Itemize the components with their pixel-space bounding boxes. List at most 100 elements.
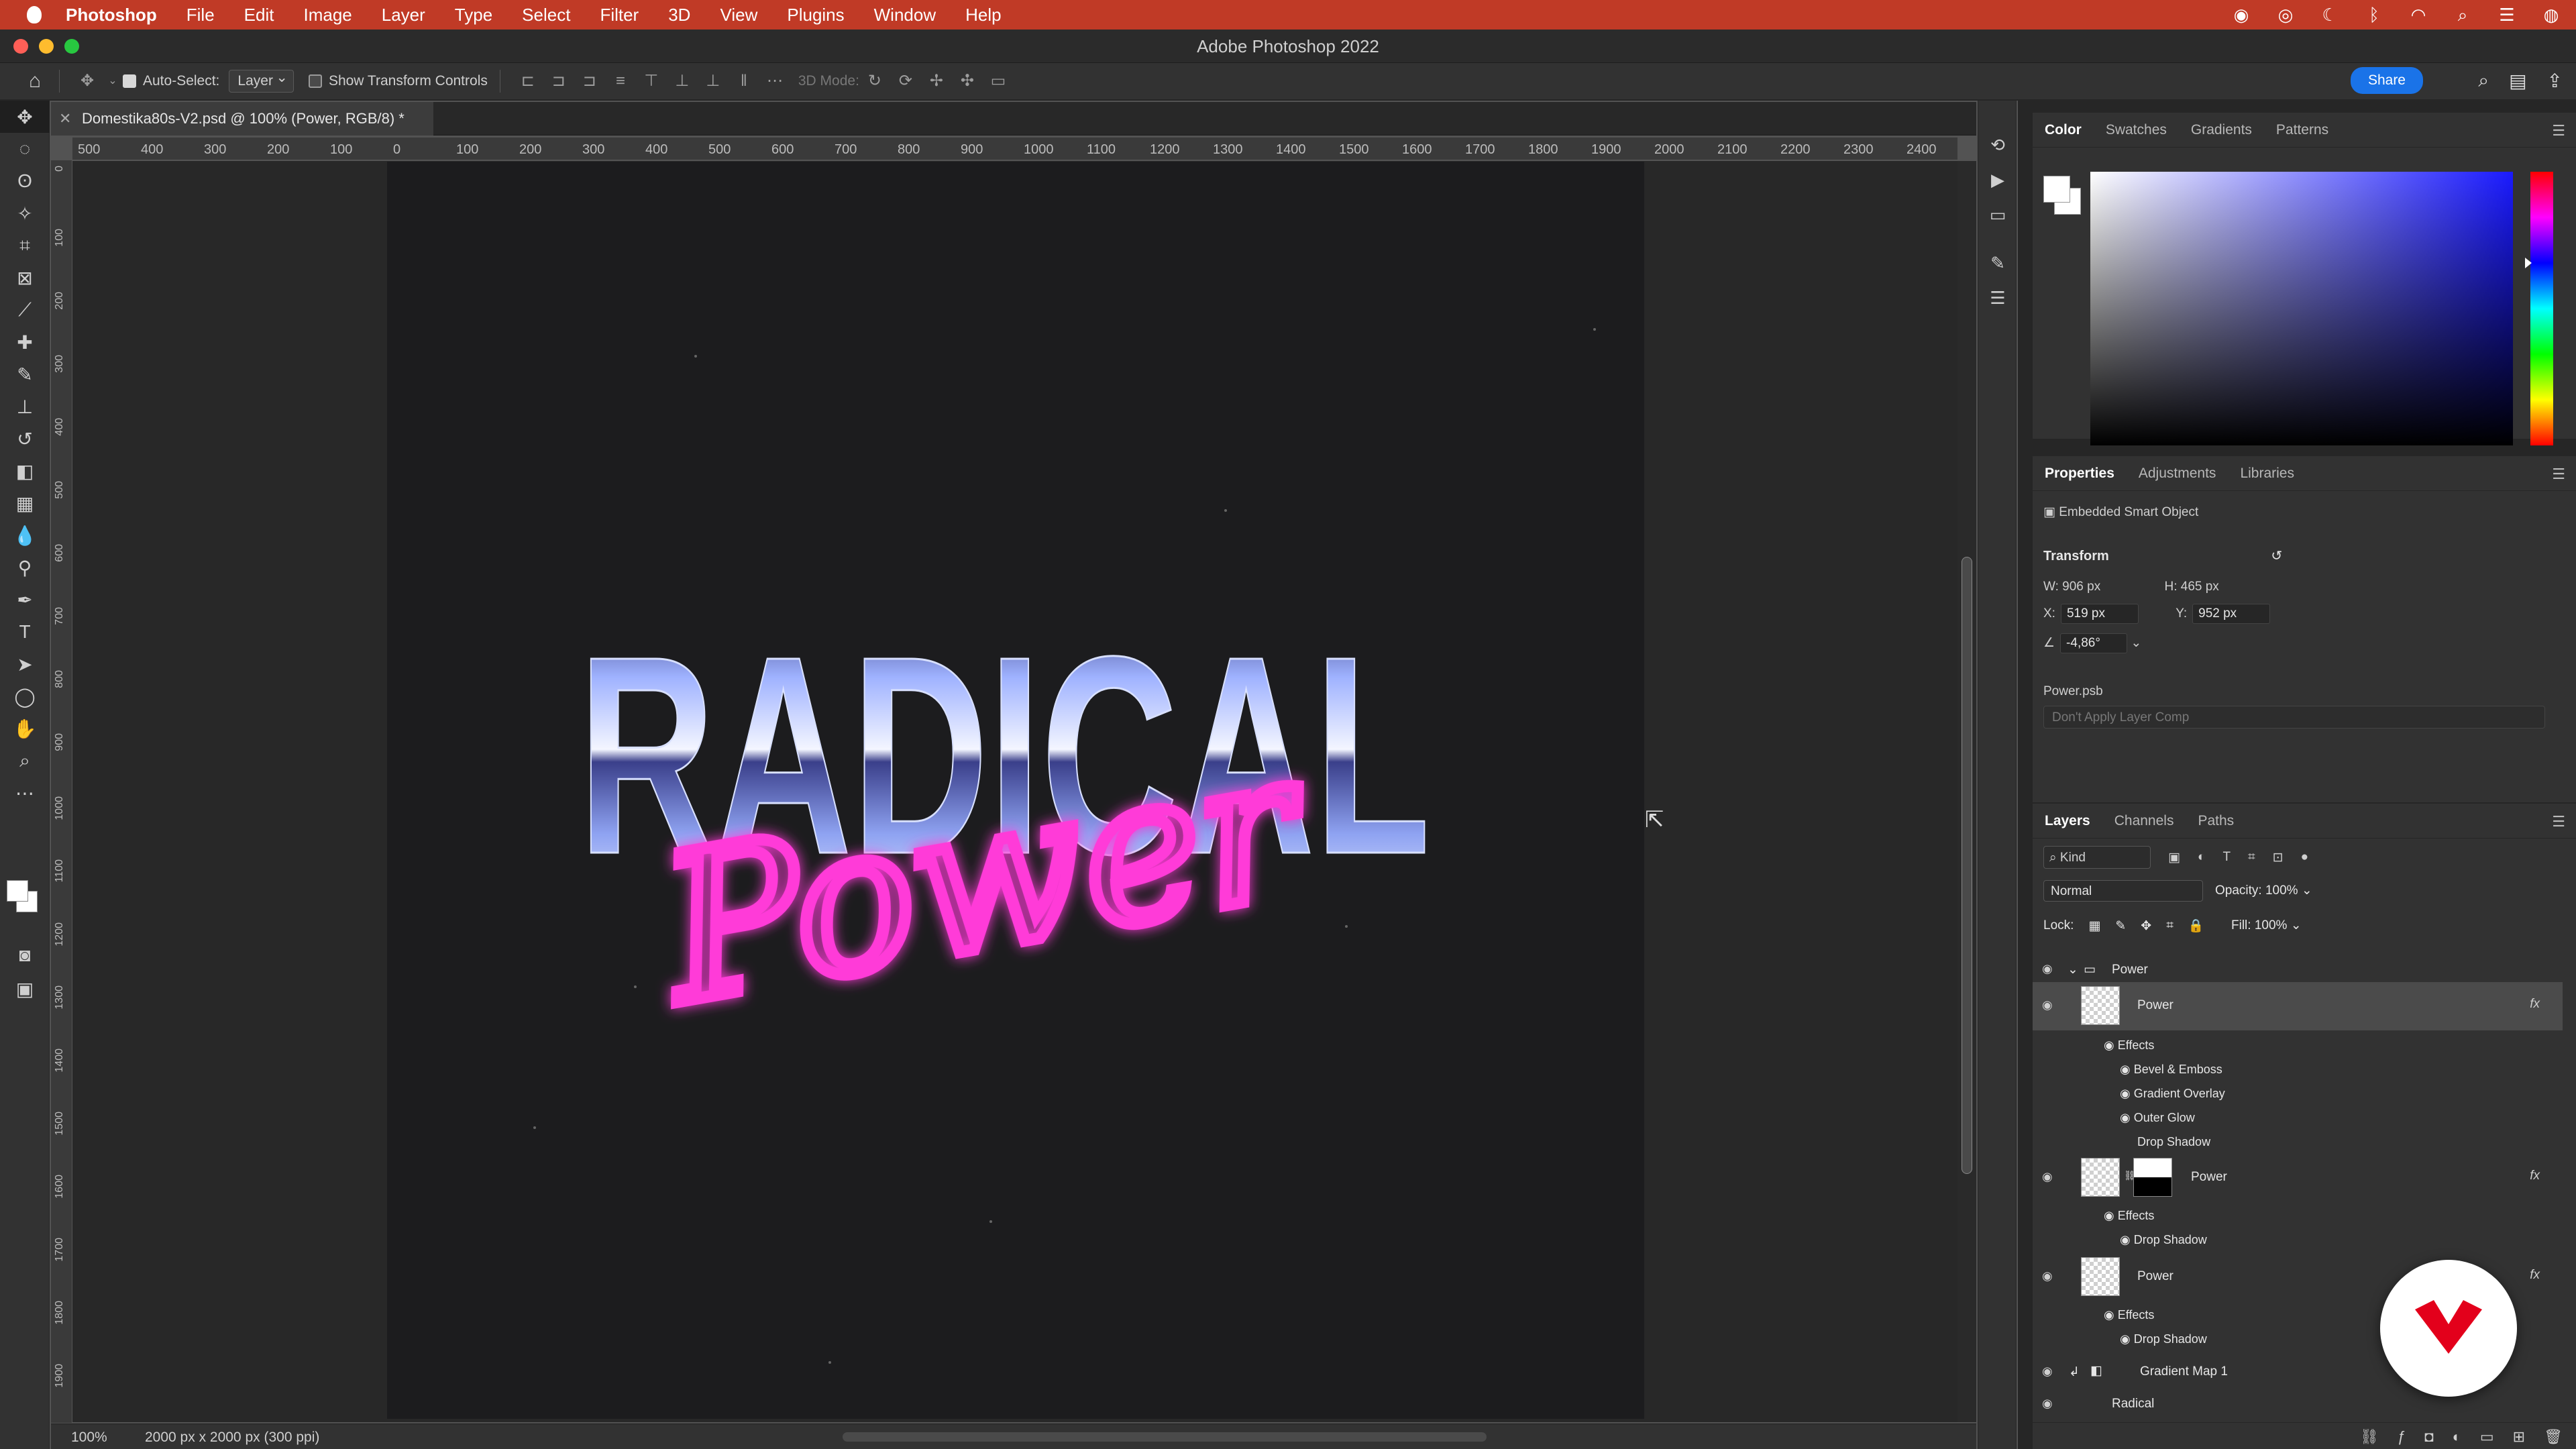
siri-icon[interactable]: ◍ [2541,5,2561,25]
eye-icon[interactable]: ◉ [2120,1233,2131,1246]
tab-patterns[interactable]: Patterns [2276,122,2328,138]
lock-all-icon[interactable]: 🔒 [2188,918,2204,934]
fill-value[interactable]: 100% [2255,918,2288,932]
effect-drop-shadow[interactable]: ◉ Drop Shadow [2120,1233,2207,1247]
sync-icon[interactable]: ◎ [2275,5,2296,25]
moon-icon[interactable]: ☾ [2320,5,2340,25]
3d-pan-icon[interactable]: ✢ [926,71,947,91]
bluetooth-icon[interactable]: ᛒ [2364,5,2384,25]
distribute-vertical-icon[interactable]: ‖ [734,71,754,91]
layer-row[interactable]: ◉ ⛓ Power fx [2033,1154,2563,1202]
workspace-icon[interactable]: ▤ [2509,70,2526,92]
eye-icon[interactable]: ◉ [2042,1170,2057,1184]
creative-cloud-icon[interactable]: ◉ [2231,5,2251,25]
adjust-icon[interactable]: ☰ [1978,280,2017,315]
filter-smart-object-icon[interactable]: ⊡ [2273,850,2284,865]
crop-tool[interactable]: ⌗ [0,229,50,262]
eyedropper-tool[interactable]: ⟋ [0,294,50,326]
3d-roll-icon[interactable]: ⟳ [896,71,916,91]
home-icon[interactable]: ⌂ [23,70,47,92]
3d-slide-icon[interactable]: ✣ [957,71,977,91]
tab-paths[interactable]: Paths [2198,813,2234,829]
tab-gradients[interactable]: Gradients [2191,122,2252,138]
3d-camera-icon[interactable]: ▭ [988,71,1008,91]
panel-menu-icon[interactable]: ☰ [2552,122,2565,140]
align-center-icon[interactable]: ⊐ [549,71,569,91]
new-adjustment-icon[interactable]: ◐ [2453,1428,2461,1445]
auto-select-dropdown[interactable]: Layer [229,69,294,93]
eye-icon[interactable]: ◉ [2042,998,2057,1012]
marquee-tool[interactable]: ◌ [0,133,50,165]
type-tool[interactable]: T [0,616,50,648]
path-selection-tool[interactable]: ➤ [0,648,50,680]
y-position-field[interactable]: 952 px [2192,604,2271,624]
align-middle-icon[interactable]: ⊥ [672,71,692,91]
share-button[interactable]: Share [2350,67,2423,94]
menu-help[interactable]: Help [965,5,1001,25]
layer-name[interactable]: Power [2137,1269,2174,1284]
effect-drop-shadow[interactable]: ◉ Drop Shadow [2120,1332,2207,1346]
zoom-tool[interactable]: ⌕ [0,745,50,777]
add-style-icon[interactable]: ƒ [2398,1428,2406,1445]
quick-mask-icon[interactable]: ◙ [0,939,50,971]
layer-group-power[interactable]: ◉ ⌄ ▭ Power [2033,958,2563,981]
lock-pixels-icon[interactable]: ✎ [2115,918,2126,934]
filter-pixel-icon[interactable]: ▣ [2168,850,2180,865]
move-tool[interactable]: ✥ [0,101,50,133]
menu-select[interactable]: Select [522,5,570,25]
layer-row-selected[interactable]: ◉ Power fx [2033,982,2563,1030]
blend-mode-dropdown[interactable]: Normal [2043,880,2203,902]
layer-thumbnail[interactable] [2081,986,2120,1025]
distribute-icon[interactable]: ≡ [610,71,631,91]
menu-layer[interactable]: Layer [382,5,425,25]
magic-wand-tool[interactable]: ✧ [0,197,50,229]
scroll-thumb[interactable] [1962,557,1972,1174]
layer-name[interactable]: Radical [2112,1397,2154,1411]
eye-icon[interactable]: ◉ [2042,1364,2057,1379]
eye-icon[interactable]: ◉ [2120,1111,2131,1124]
eye-icon[interactable]: ◉ [2120,1087,2131,1100]
tab-layers[interactable]: Layers [2045,813,2090,829]
dodge-tool[interactable]: ⚲ [0,551,50,584]
wifi-icon[interactable]: ◠ [2408,5,2428,25]
width-value[interactable]: 906 px [2062,580,2100,594]
actions-play-icon[interactable]: ▶ [1978,162,2017,197]
apple-icon[interactable] [27,6,42,23]
tab-swatches[interactable]: Swatches [2106,122,2167,138]
ellipse-tool[interactable]: ◯ [0,680,50,712]
eye-icon[interactable]: ◉ [2120,1063,2131,1076]
menu-edit[interactable]: Edit [244,5,274,25]
effect-bevel[interactable]: ◉ Bevel & Emboss [2120,1063,2222,1077]
panel-menu-icon[interactable]: ☰ [2552,813,2565,830]
panel-menu-icon[interactable]: ☰ [2552,466,2565,483]
search-icon[interactable]: ⌕ [2478,70,2489,92]
align-left-icon[interactable]: ⊏ [518,71,538,91]
hue-slider[interactable] [2525,172,2553,445]
export-icon[interactable]: ⇪ [2547,70,2563,92]
tab-channels[interactable]: Channels [2114,813,2174,829]
move-tool-icon[interactable]: ✥ [77,71,97,91]
eraser-tool[interactable]: ◧ [0,455,50,487]
layer-thumbnail[interactable] [2081,1257,2120,1296]
show-transform-checkbox[interactable] [308,74,322,88]
layer-name[interactable]: Gradient Map 1 [2140,1364,2228,1379]
add-mask-icon[interactable]: ◘ [2424,1428,2433,1445]
auto-select-checkbox[interactable] [123,74,136,88]
effect-drop-shadow[interactable]: Drop Shadow [2137,1135,2210,1149]
fx-icon[interactable]: fx [2530,997,2540,1012]
control-center-icon[interactable]: ☰ [2497,5,2517,25]
chevron-down-icon[interactable]: ⌄ [2068,962,2078,977]
screen-mode-icon[interactable]: ▣ [0,973,50,1005]
align-right-icon[interactable]: ⊐ [580,71,600,91]
lock-artboard-icon[interactable]: ⌗ [2166,918,2174,933]
hue-marker[interactable] [2525,258,2532,268]
reset-transform-icon[interactable]: ↺ [2271,549,2282,564]
3d-orbit-icon[interactable]: ↻ [865,71,885,91]
vertical-scrollbar[interactable] [1957,161,1976,1422]
layer-thumbnail[interactable] [2081,1158,2120,1197]
foreground-color[interactable] [7,880,28,902]
zoom-level[interactable]: 100% [71,1430,107,1446]
spotlight-icon[interactable]: ⌕ [2453,5,2473,25]
new-group-icon[interactable]: ▭ [2480,1428,2494,1445]
lasso-tool[interactable]: ʘ [0,165,50,197]
